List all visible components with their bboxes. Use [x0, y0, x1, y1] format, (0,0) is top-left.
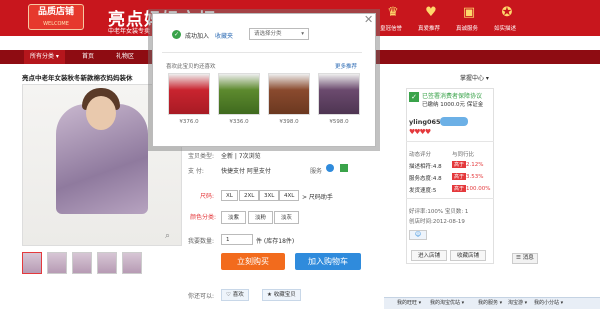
type-value: 全新 | 7次浏览 [221, 153, 261, 160]
recommend-item-image[interactable] [218, 73, 260, 115]
service-label: 服务 [310, 168, 323, 175]
pay-label: 支 付: [188, 168, 204, 175]
recommend-item-price: ¥336.0 [229, 119, 249, 125]
like-button[interactable]: ♡ 喜欢 [221, 289, 249, 301]
face-shape [86, 96, 116, 130]
color-option-gray[interactable]: 淡灰 [274, 211, 300, 224]
color-option-purple[interactable]: 淡紫 [221, 211, 247, 224]
shop-logo[interactable]: 品质店铺 WELCOME [28, 4, 84, 30]
guarantee-icon [340, 164, 348, 172]
header-label-2: 真爱推荐 [418, 26, 441, 32]
heart-rating-icon: ♥♥♥♥ [409, 128, 431, 136]
gift-icon: ▣ [462, 5, 476, 20]
rating-pct: 3.53% [466, 174, 484, 180]
thumbnail[interactable] [122, 252, 142, 274]
like-label: 喜欢 [232, 292, 244, 298]
nav-gift[interactable]: 礼物区 [116, 50, 134, 64]
good-rate: 好评率:100% 宝贝数: 1 [409, 209, 469, 215]
check-icon: ✓ [172, 30, 181, 39]
shield-icon: ✓ [409, 92, 419, 102]
rating-tag: 高于 [452, 173, 467, 180]
recommend-item-price: ¥398.0 [279, 119, 299, 125]
add-to-cart-button[interactable]: 加入购物车 [295, 253, 361, 270]
service-icon [326, 164, 334, 172]
size-option-3xl[interactable]: 3XL [259, 190, 280, 201]
more-recommend-link[interactable]: 更多推荐 [335, 62, 357, 70]
rating-pct: 100.00% [466, 186, 491, 192]
thumbnail[interactable] [22, 252, 42, 274]
recommend-title: 喜欢此宝贝的还喜欢 [166, 64, 216, 70]
recommend-item-image[interactable] [268, 73, 310, 115]
protect-title[interactable]: 已签署消费者保障协议 [422, 91, 482, 100]
rating-pct: 2.12% [466, 162, 484, 168]
zoom-icon[interactable]: ⌕ [165, 231, 179, 243]
rating-service: 服务态度:4.8 [409, 176, 442, 182]
bottom-item[interactable]: 我的小分站 ▾ [534, 299, 563, 306]
chevron-down-icon: ▾ [301, 31, 304, 37]
size-label: 尺码: [200, 193, 215, 200]
color-option-pink[interactable]: 淡粉 [248, 211, 274, 224]
thumbnail[interactable] [97, 252, 117, 274]
share-label: 你还可以: [188, 293, 215, 300]
message-label: 消息 [522, 255, 534, 261]
favorites-link[interactable]: 收藏夹 [215, 31, 233, 40]
shop-subtitle: 中老年女装专卖 [108, 28, 151, 35]
recommend-item-image[interactable] [318, 73, 360, 115]
divider [162, 52, 362, 53]
thumbnail[interactable] [72, 252, 92, 274]
recommend-item-price: ¥598.0 [329, 119, 349, 125]
protect-sub: 已缴纳 1000.0元 保证金 [422, 102, 484, 108]
color-label: 颜色分类: [190, 214, 217, 221]
thumbnail[interactable] [47, 252, 67, 274]
badge-icon: ✪ [501, 5, 513, 20]
recommend-item-price: ¥376.0 [179, 119, 199, 125]
favorite-label: 收藏宝贝 [273, 292, 296, 298]
crown-icon: ♛ [387, 5, 399, 20]
category-select[interactable]: 请选择分类 ▾ [249, 28, 309, 40]
bottom-item[interactable]: 我的旺旺 ▾ [397, 299, 421, 306]
size-option-4xl[interactable]: 4XL [279, 190, 300, 201]
divider [406, 141, 494, 142]
buy-now-button[interactable]: 立刻购买 [221, 253, 285, 270]
close-icon[interactable]: ✕ [364, 13, 373, 26]
shop-created: 创店时间:2012-08-19 [409, 219, 465, 225]
rating-tag: 高于 [452, 185, 467, 192]
rating-speed: 发货速度:5 [409, 188, 437, 194]
product-title: 亮点中老年女装秋冬新款棉衣妈妈装休 [22, 74, 133, 82]
rating-tag: 高于 [452, 161, 467, 168]
favorite-item-button[interactable]: ★ 收藏宝贝 [262, 289, 301, 301]
size-option-xl[interactable]: XL [221, 190, 238, 201]
rating-desc: 描述相符:4.8 [409, 164, 442, 170]
nav-all-categories[interactable]: 所有分类 ▾ [24, 50, 65, 64]
stock-text: 件 (库存18件) [256, 238, 295, 245]
qty-input[interactable]: 1 [221, 234, 253, 245]
type-label: 宝贝类型: [188, 153, 215, 160]
seller-name[interactable]: yling065 [409, 118, 441, 126]
header-label-4: 如实描述 [494, 26, 517, 32]
size-option-2xl[interactable]: 2XL [239, 190, 260, 201]
size-helper-link[interactable]: > 尺码助手 [302, 192, 333, 201]
header-label-3: 真诚服务 [456, 26, 479, 32]
dsr-compare: 与同行比 [452, 152, 475, 158]
message-button[interactable]: ☰ 消息 [512, 253, 538, 264]
dsr-title: 动态评分 [409, 152, 432, 158]
header-label-1: 皇冠信誉 [380, 26, 403, 32]
heart-icon: ♥ [425, 5, 437, 20]
nav-home[interactable]: 首页 [82, 50, 94, 64]
favorite-shop-button[interactable]: 收藏店铺 [450, 250, 487, 261]
divider [406, 198, 494, 199]
wangwang-icon[interactable]: ☺ [409, 230, 427, 240]
chat-icon[interactable] [440, 117, 468, 126]
category-select-value: 请选择分类 [254, 31, 282, 37]
recommend-item-image[interactable] [168, 73, 210, 115]
top-menu-link[interactable]: 掌握中心 ▾ [460, 73, 489, 82]
bottom-item[interactable]: 淘宝游 ▾ [508, 299, 527, 306]
qty-label: 我要数量: [188, 238, 215, 245]
enter-shop-button[interactable]: 进入店铺 [411, 250, 448, 261]
pay-value: 快捷支付 阿里支付 [221, 168, 271, 175]
success-text: 成功加入 [185, 33, 210, 40]
bottom-item[interactable]: 我的淘宝优站 ▾ [430, 299, 464, 306]
bottom-item[interactable]: 我的服务 ▾ [478, 299, 502, 306]
